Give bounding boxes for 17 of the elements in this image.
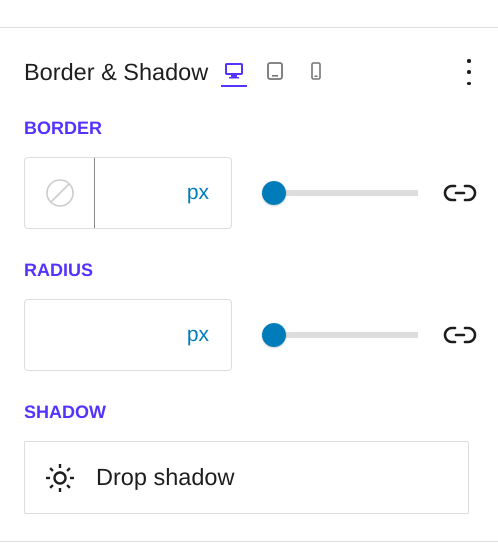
unit-label: px bbox=[186, 181, 210, 205]
unit-input-field[interactable]: px bbox=[24, 157, 232, 229]
unit-input-field[interactable]: px bbox=[24, 299, 232, 371]
section-label: BORDER bbox=[24, 118, 104, 138]
slider-thumb[interactable] bbox=[262, 323, 286, 347]
slider-thumb[interactable] bbox=[262, 181, 286, 205]
drop-shadow-button[interactable]: Drop shadow bbox=[24, 441, 469, 514]
monitor-icon bbox=[224, 62, 244, 80]
unit-label: px bbox=[186, 323, 210, 347]
section-label: SHADOW bbox=[24, 402, 107, 422]
tablet-icon bbox=[266, 61, 284, 81]
sun-icon bbox=[44, 462, 76, 494]
panel-title: Border & Shadow bbox=[24, 58, 208, 86]
more-options-icon[interactable] bbox=[465, 59, 473, 85]
phone-icon bbox=[310, 61, 322, 81]
none-style-icon bbox=[44, 178, 74, 208]
section-label: RADIUS bbox=[24, 260, 94, 280]
